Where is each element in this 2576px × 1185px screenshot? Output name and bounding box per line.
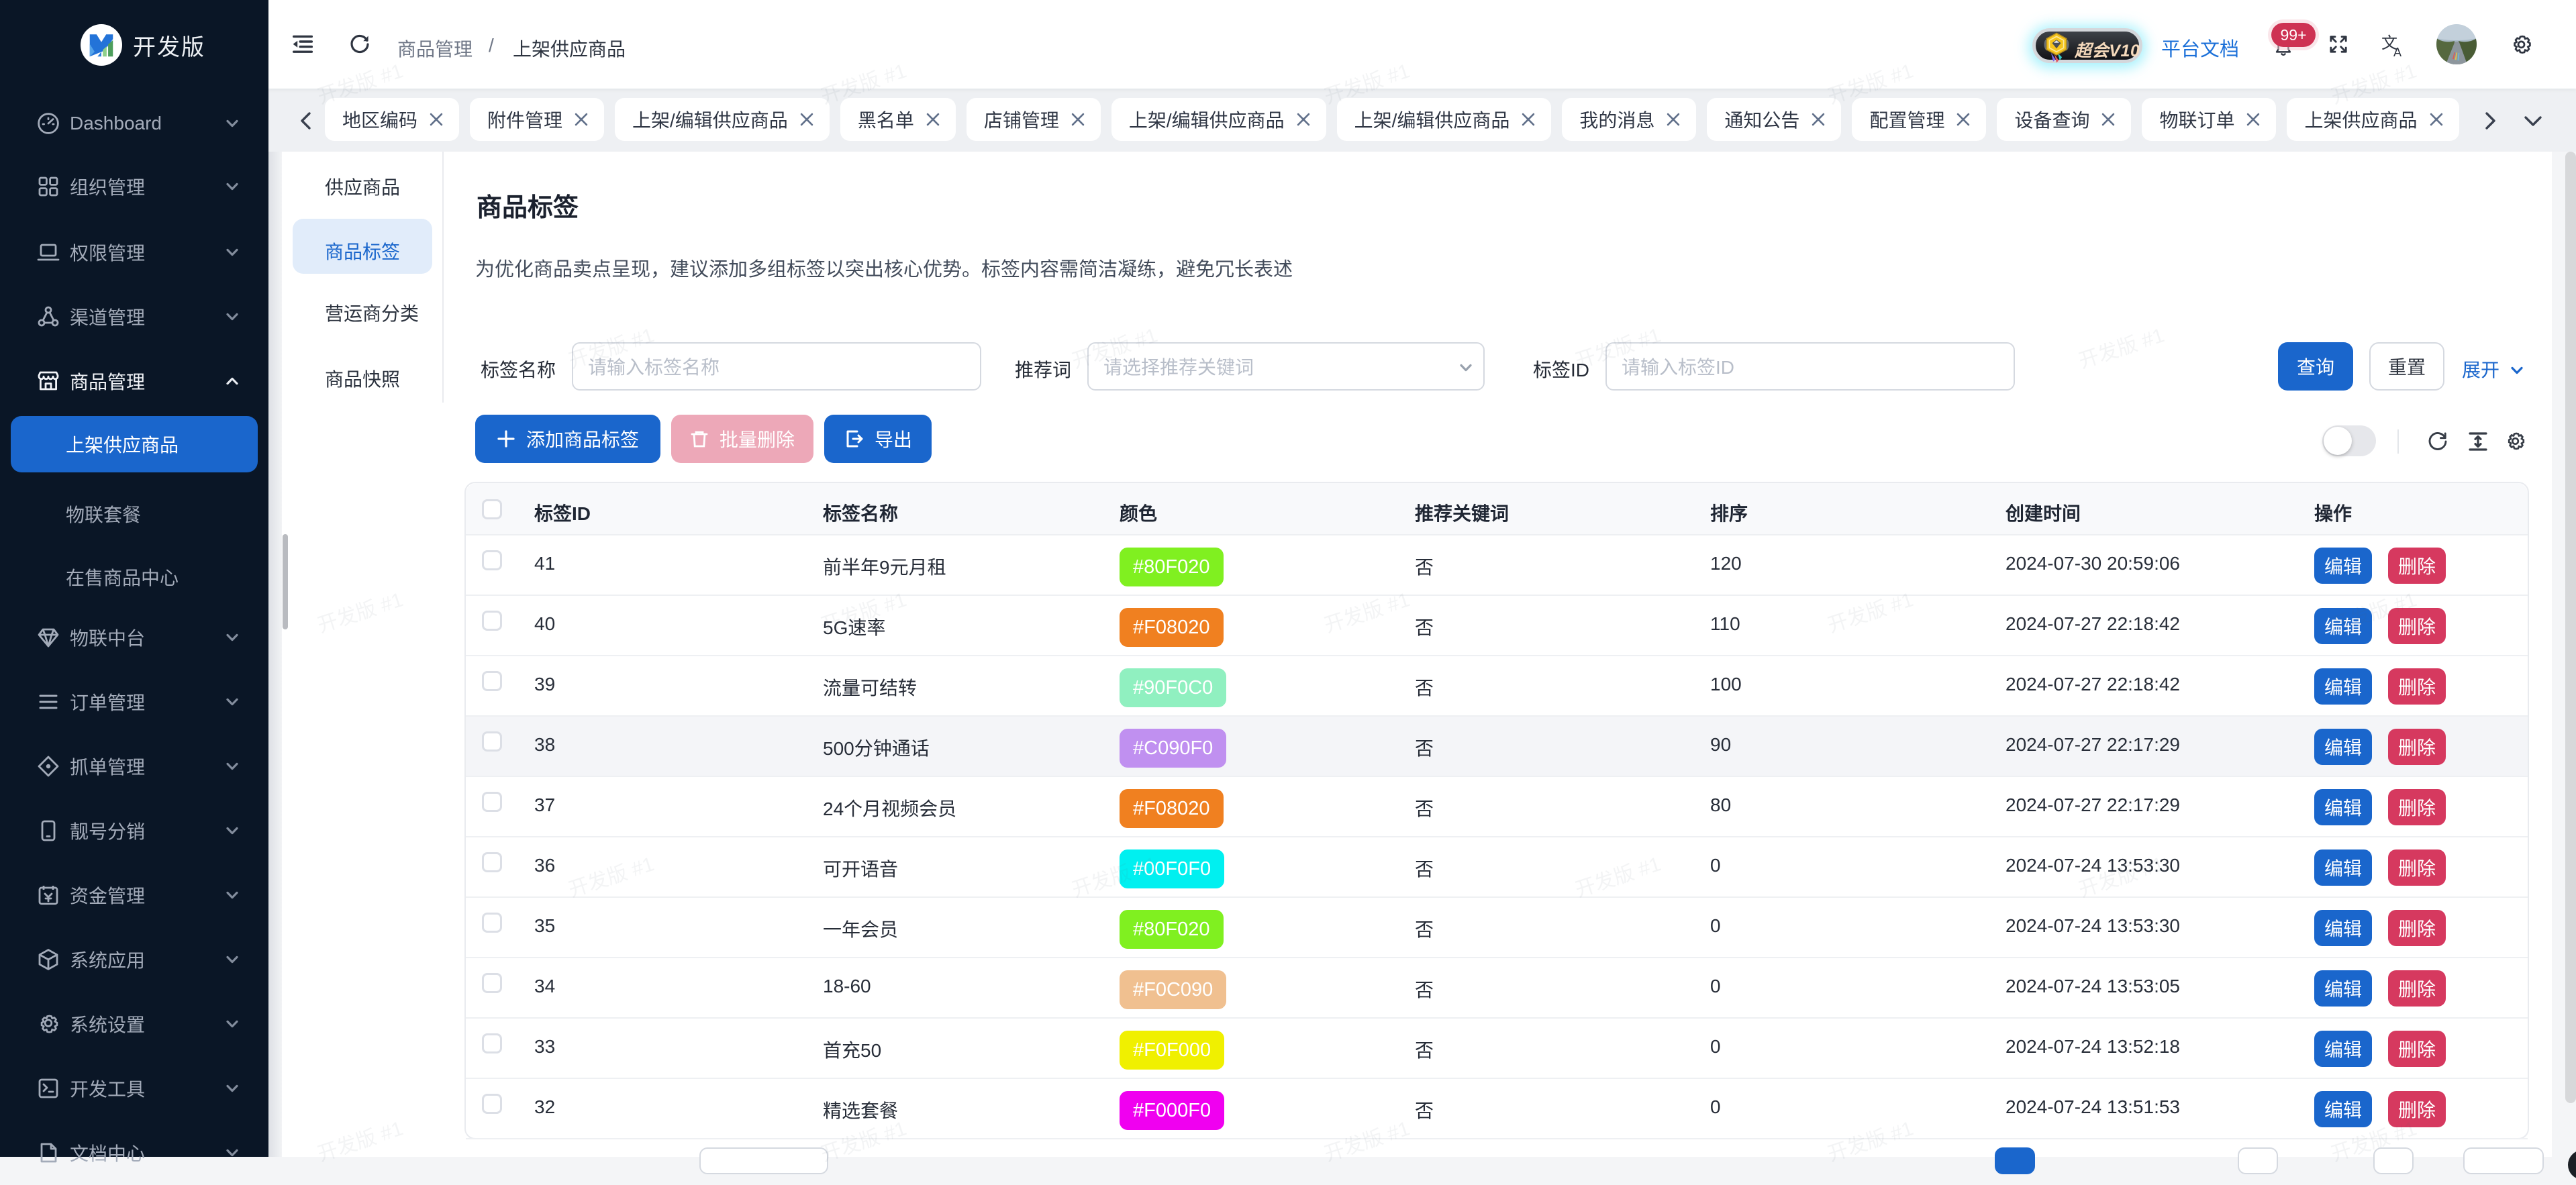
svg-text:A: A <box>2393 46 2401 58</box>
